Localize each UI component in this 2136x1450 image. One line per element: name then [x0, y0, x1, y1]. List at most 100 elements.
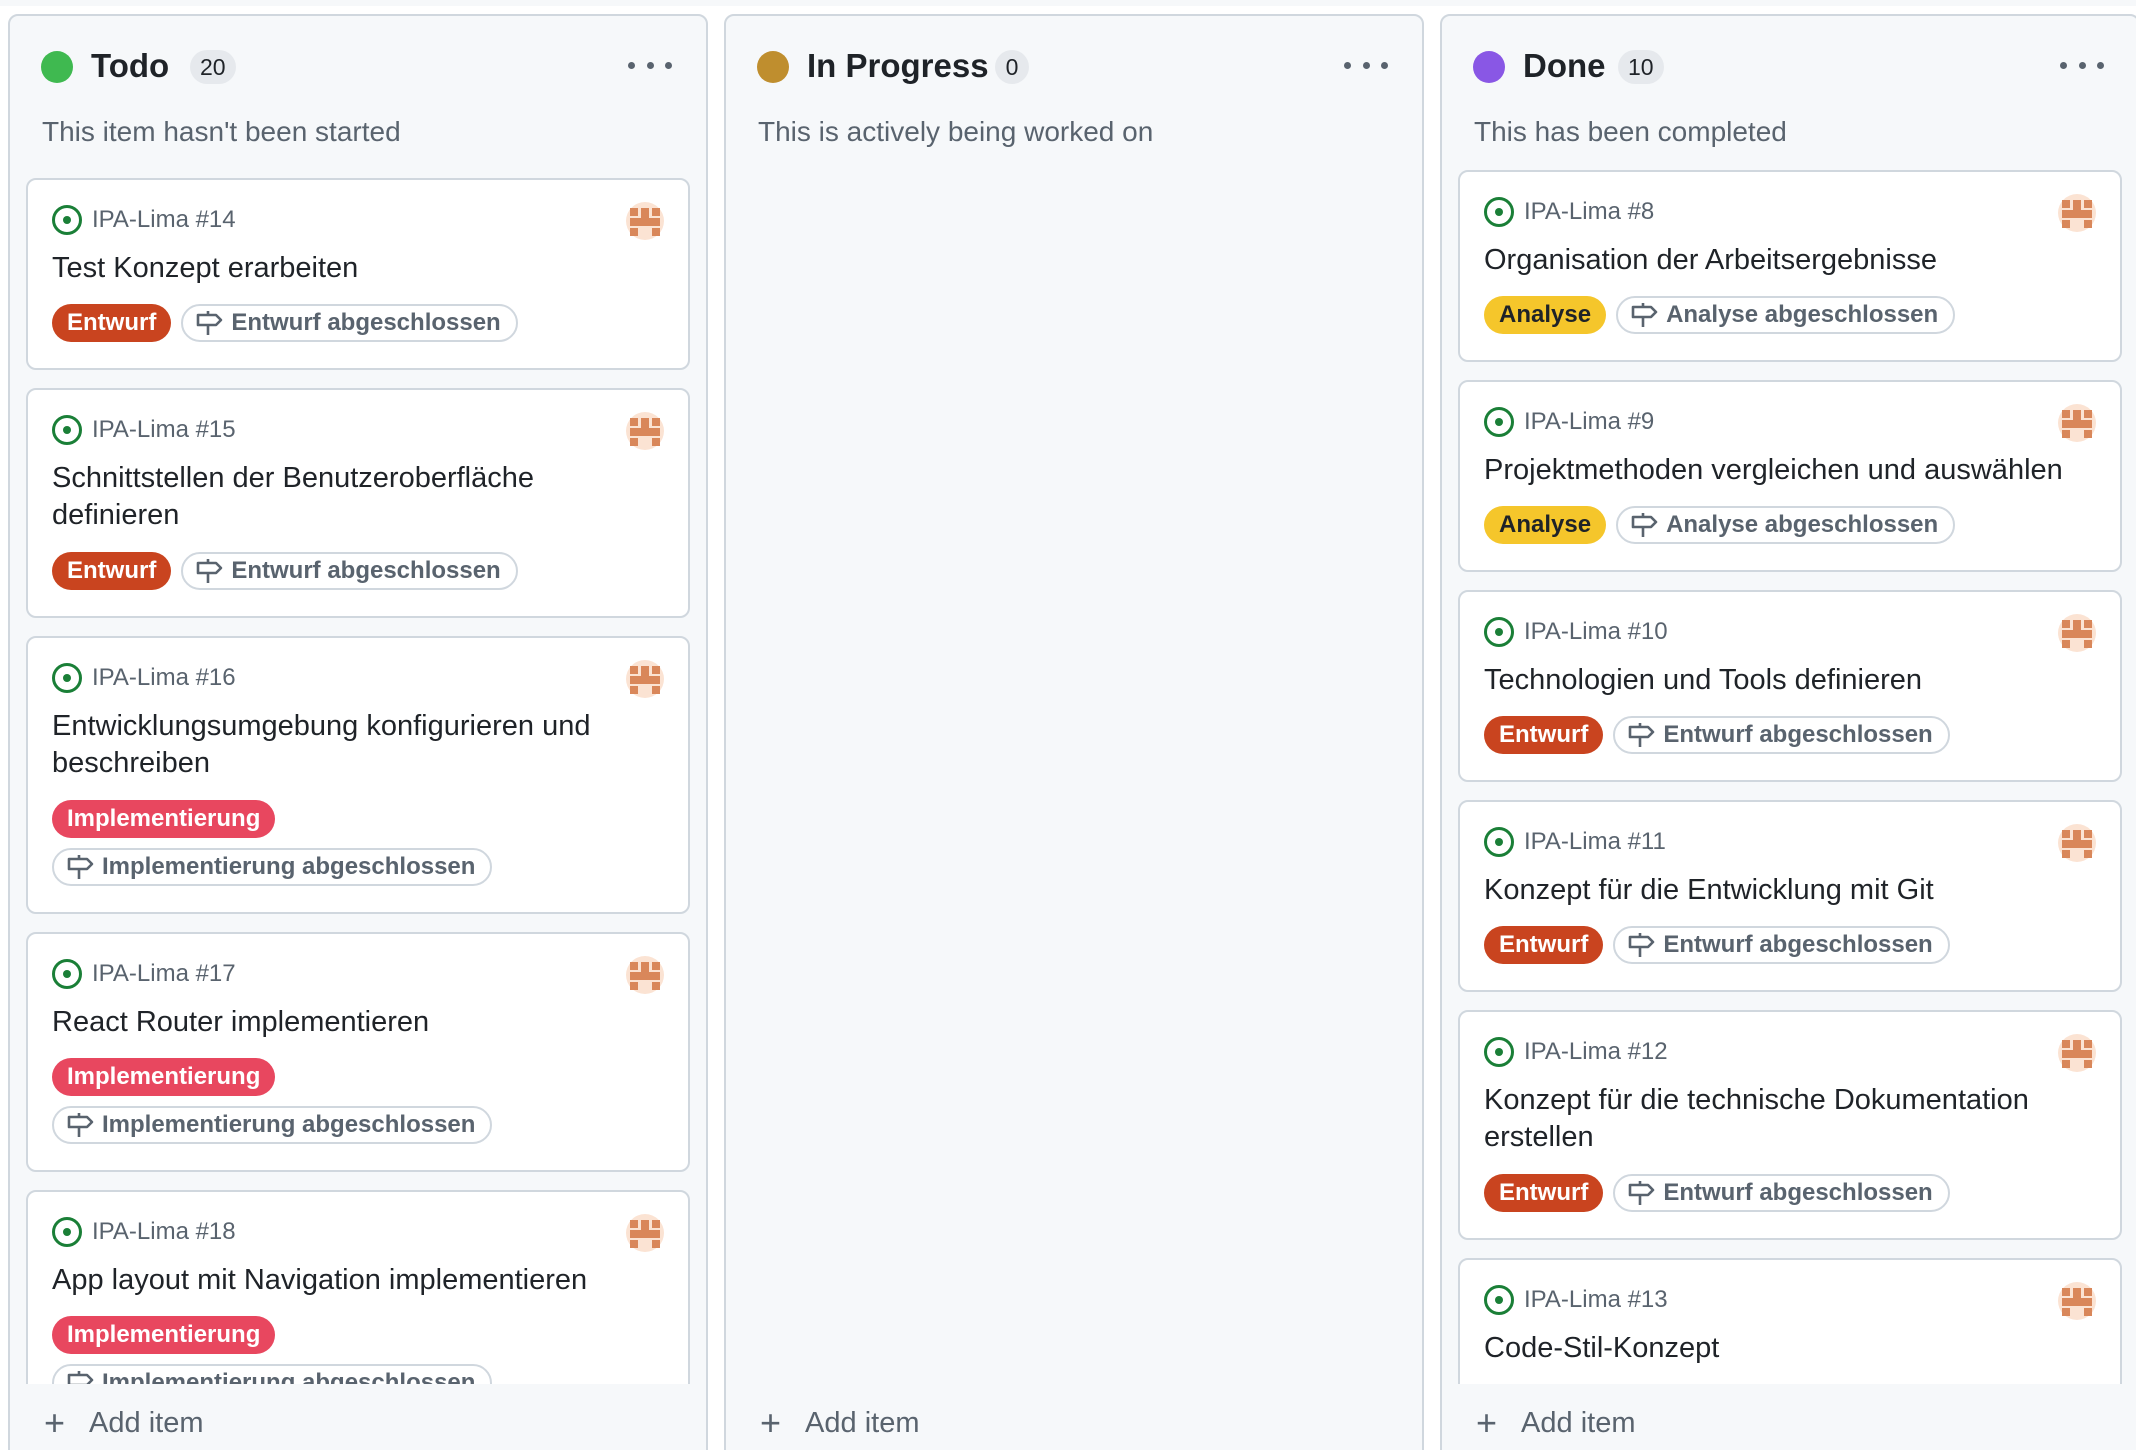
avatar-identicon[interactable] [626, 1214, 664, 1252]
label-badge[interactable]: Analyse [1484, 506, 1607, 544]
card-repo-ref[interactable]: IPA-Lima #15 [52, 414, 236, 446]
card-labels: Entwurf Entwurf abgeschlossen [1484, 716, 2096, 754]
label-badge[interactable]: Entwurf [1484, 716, 1604, 754]
card-title[interactable]: Konzept für die Entwicklung mit Git [1484, 872, 2080, 909]
card-title[interactable]: Projektmethoden vergleichen und auswähle… [1484, 452, 2080, 489]
add-item-label: Add item [805, 1406, 920, 1439]
card-item[interactable]: IPA-Lima #11 Konzept für die Entwicklung… [1458, 800, 2122, 992]
column-card-list[interactable]: IPA-Lima #14 Test Konzept erarbeiten Ent… [10, 156, 706, 1386]
label-badge[interactable]: Implementierung [52, 1316, 276, 1354]
label-badge[interactable]: Entwurf [52, 304, 172, 342]
card-repo-ref[interactable]: IPA-Lima #14 [52, 204, 236, 236]
column-count-badge: 10 [1618, 50, 1664, 84]
issue-opened-icon [52, 205, 82, 235]
kebab-horizontal-icon[interactable] [2060, 50, 2104, 80]
avatar-identicon[interactable] [626, 660, 664, 698]
issue-opened-icon [1484, 1285, 1514, 1315]
card-item[interactable]: IPA-Lima #18 App layout mit Navigation i… [26, 1190, 690, 1386]
avatar-identicon[interactable] [626, 202, 664, 240]
column-card-list[interactable] [726, 156, 1422, 1386]
label-badge[interactable]: Implementierung [52, 1058, 276, 1096]
card-title[interactable]: Entwicklungsumgebung konfigurieren und b… [52, 708, 648, 782]
card-title[interactable]: Konzept für die technische Dokumentation… [1484, 1082, 2080, 1156]
milestone-badge[interactable]: Implementierung abgeschlossen [52, 1364, 493, 1386]
milestone-badge[interactable]: Implementierung abgeschlossen [52, 848, 493, 886]
card-repo-ref[interactable]: IPA-Lima #12 [1484, 1036, 1668, 1068]
card-repo-ref[interactable]: IPA-Lima #10 [1484, 616, 1668, 648]
card-item[interactable]: IPA-Lima #14 Test Konzept erarbeiten Ent… [26, 178, 690, 370]
avatar-identicon[interactable] [2058, 614, 2096, 652]
card-title[interactable]: App layout mit Navigation implementieren [52, 1262, 648, 1299]
card-item[interactable]: IPA-Lima #13 Code-Stil-Konzept [1458, 1258, 2122, 1386]
card-repo-ref[interactable]: IPA-Lima #17 [52, 958, 236, 990]
card-title[interactable]: React Router implementieren [52, 1004, 648, 1041]
card-title[interactable]: Schnittstellen der Benutzeroberfläche de… [52, 460, 648, 534]
card-item[interactable]: IPA-Lima #9 Projektmethoden vergleichen … [1458, 380, 2122, 572]
label-badge[interactable]: Entwurf [52, 552, 172, 590]
avatar-identicon[interactable] [2058, 1282, 2096, 1320]
milestone-badge[interactable]: Entwurf abgeschlossen [181, 552, 518, 590]
label-badge[interactable]: Entwurf [1484, 926, 1604, 964]
avatar-identicon[interactable] [2058, 824, 2096, 862]
column-title: Todo [91, 47, 170, 84]
milestone-icon [1631, 303, 1658, 327]
card-item[interactable]: IPA-Lima #12 Konzept für die technische … [1458, 1010, 2122, 1240]
column-description: This has been completed [1474, 116, 1787, 147]
top-divider [0, 0, 2136, 6]
card-repo-text: IPA-Lima #11 [1524, 828, 1666, 855]
card-repo-text: IPA-Lima #17 [92, 960, 236, 987]
avatar-identicon[interactable] [2058, 194, 2096, 232]
label-badge[interactable]: Implementierung [52, 800, 276, 838]
milestone-badge[interactable]: Analyse abgeschlossen [1616, 506, 1956, 544]
card-repo-ref[interactable]: IPA-Lima #13 [1484, 1284, 1668, 1316]
card-repo-ref[interactable]: IPA-Lima #9 [1484, 406, 1654, 438]
card-repo-ref[interactable]: IPA-Lima #11 [1484, 826, 1666, 858]
kebab-horizontal-icon[interactable] [1344, 50, 1388, 80]
card-title[interactable]: Organisation der Arbeitsergebnisse [1484, 242, 2080, 279]
card-repo-ref[interactable]: IPA-Lima #8 [1484, 196, 1654, 228]
column-card-list[interactable]: IPA-Lima #8 Organisation der Arbeitserge… [1442, 156, 2136, 1386]
milestone-badge[interactable]: Entwurf abgeschlossen [1613, 716, 1950, 754]
milestone-icon [1629, 933, 1655, 957]
label-badge[interactable]: Analyse [1484, 296, 1607, 334]
column-description: This item hasn't been started [42, 116, 401, 147]
column-done: Done 10 This has been completed IPA-Lima… [1440, 14, 2136, 1450]
card-title[interactable]: Test Konzept erarbeiten [52, 250, 648, 287]
milestone-badge[interactable]: Analyse abgeschlossen [1616, 296, 1956, 334]
issue-opened-icon [1484, 407, 1514, 437]
avatar-identicon[interactable] [2058, 404, 2096, 442]
card-repo-ref[interactable]: IPA-Lima #16 [52, 662, 236, 694]
milestone-badge[interactable]: Entwurf abgeschlossen [181, 304, 518, 342]
card-item[interactable]: IPA-Lima #8 Organisation der Arbeitserge… [1458, 170, 2122, 362]
add-item-button[interactable]: + Add item [10, 1384, 706, 1450]
add-item-button[interactable]: + Add item [726, 1384, 1422, 1450]
label-badge[interactable]: Entwurf [1484, 1174, 1604, 1212]
milestone-icon [1629, 1181, 1655, 1205]
kebab-horizontal-icon[interactable] [628, 50, 672, 80]
card-item[interactable]: IPA-Lima #10 Technologien und Tools defi… [1458, 590, 2122, 782]
issue-opened-icon [1484, 617, 1514, 647]
milestone-text: Entwurf abgeschlossen [231, 309, 501, 336]
card-title[interactable]: Technologien und Tools definieren [1484, 662, 2080, 699]
avatar-identicon[interactable] [2058, 1034, 2096, 1072]
milestone-badge[interactable]: Entwurf abgeschlossen [1613, 926, 1950, 964]
card-item[interactable]: IPA-Lima #15 Schnittstellen der Benutzer… [26, 388, 690, 618]
project-board: Todo 20 This item hasn't been started IP… [0, 0, 2136, 1450]
card-item[interactable]: IPA-Lima #17 React Router implementieren… [26, 932, 690, 1172]
column-description: This is actively being worked on [758, 116, 1154, 147]
card-labels: Implementierung Implementierung abgeschl… [52, 1058, 664, 1144]
milestone-badge[interactable]: Implementierung abgeschlossen [52, 1106, 493, 1144]
milestone-badge[interactable]: Entwurf abgeschlossen [1613, 1174, 1950, 1212]
avatar-identicon[interactable] [626, 956, 664, 994]
add-item-button[interactable]: + Add item [1442, 1384, 2136, 1450]
status-dot-icon [41, 51, 73, 83]
card-repo-text: IPA-Lima #15 [92, 416, 236, 443]
issue-opened-icon [52, 959, 82, 989]
card-title[interactable]: Code-Stil-Konzept [1484, 1330, 2080, 1367]
card-labels: Implementierung Implementierung abgeschl… [52, 1316, 664, 1386]
milestone-icon [197, 559, 223, 583]
avatar-identicon[interactable] [626, 412, 664, 450]
card-repo-ref[interactable]: IPA-Lima #18 [52, 1216, 236, 1248]
column-count-badge: 20 [190, 50, 236, 84]
card-item[interactable]: IPA-Lima #16 Entwicklungsumgebung konfig… [26, 636, 690, 914]
